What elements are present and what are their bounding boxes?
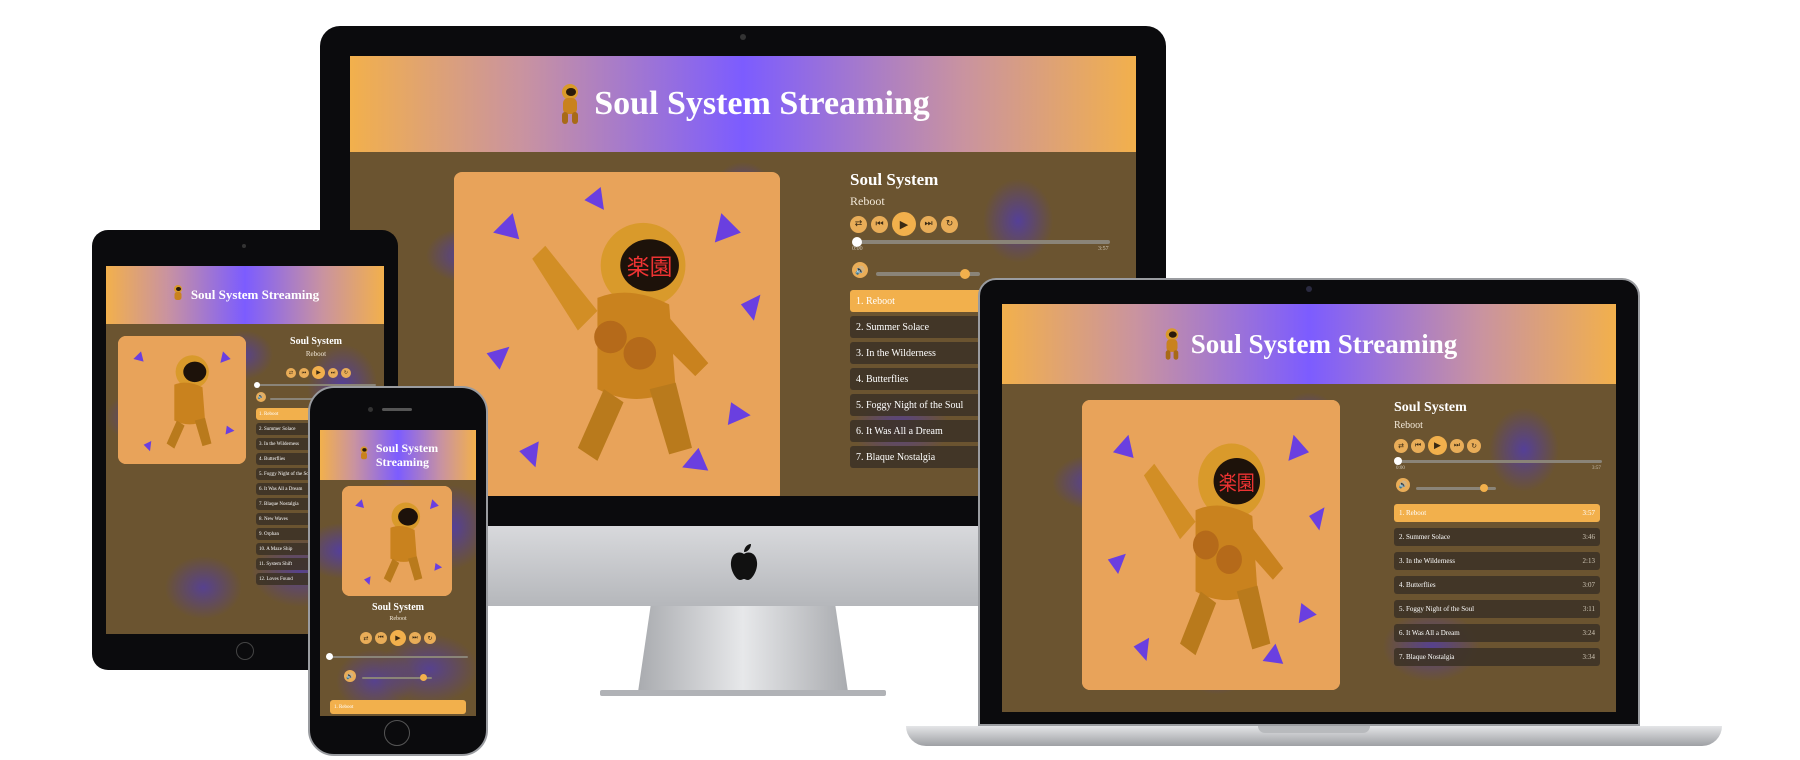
astronaut-artwork: 楽園 xyxy=(454,174,780,496)
track-item[interactable]: 7. Blaque Nostalgia 3:34 xyxy=(1394,648,1600,666)
phone-speaker xyxy=(382,408,412,411)
track-name: Reboot xyxy=(389,616,407,622)
volume-button[interactable]: 🔊 xyxy=(344,670,356,682)
phone-home-button[interactable] xyxy=(384,720,410,746)
artist-name: Soul System xyxy=(290,336,342,347)
laptop-device: Soul System Streaming 楽園 Soul System Reb… xyxy=(906,278,1722,748)
volume-button[interactable]: 🔊 xyxy=(256,392,266,402)
app-title-line1: Soul System xyxy=(375,441,439,455)
monitor-base xyxy=(600,690,886,696)
artist-name: Soul System xyxy=(372,602,424,613)
album-art: 楽園 xyxy=(454,172,780,496)
volume-slider[interactable] xyxy=(362,674,432,681)
progress-bar[interactable] xyxy=(852,237,1110,247)
volume-button[interactable]: 🔊 xyxy=(852,262,868,278)
volume-slider[interactable] xyxy=(1416,484,1496,492)
playback-controls: ⇄ ⏮ ▶ ⏭ ↻ xyxy=(850,212,958,236)
album-art xyxy=(342,486,452,596)
monitor-camera xyxy=(740,34,746,40)
shuffle-button[interactable]: ⇄ xyxy=(360,632,372,644)
tablet-camera xyxy=(242,244,246,248)
playback-controls: ⇄ ⏮ ▶ ⏭ ↻ xyxy=(1394,436,1481,455)
volume-thumb[interactable] xyxy=(420,674,427,681)
previous-button[interactable]: ⏮ xyxy=(375,632,387,644)
volume-slider[interactable] xyxy=(876,269,980,279)
laptop-notch xyxy=(1258,726,1370,733)
laptop-screen: Soul System Streaming 楽園 Soul System Reb… xyxy=(1002,304,1616,712)
astronaut-icon xyxy=(1161,326,1183,362)
app-header: Soul System Streaming xyxy=(350,56,1136,152)
apple-icon xyxy=(726,542,762,582)
app-header: Soul System Streaming xyxy=(1002,304,1616,384)
track-item[interactable]: 6. It Was All a Dream 3:24 xyxy=(1394,624,1600,642)
album-art: 楽園 xyxy=(1082,400,1340,690)
player-background: 楽園 Soul System Reboot ⇄ ⏮ ▶ ⏭ ↻ 0:00 3:5… xyxy=(1002,384,1616,712)
previous-button[interactable]: ⏮ xyxy=(871,215,888,233)
track-item[interactable]: 5. Foggy Night of the Soul 3:11 xyxy=(1394,600,1600,618)
next-button[interactable]: ⏭ xyxy=(920,215,937,233)
astronaut-icon xyxy=(556,82,584,126)
progress-thumb[interactable] xyxy=(254,382,260,388)
playback-controls: ⇄ ⏮ ▶ ⏭ ↻ xyxy=(286,366,351,379)
progress-bar[interactable] xyxy=(1394,457,1602,465)
svg-text:楽園: 楽園 xyxy=(1219,471,1255,495)
app-title: Soul System Streaming xyxy=(190,287,320,302)
track-name: Reboot xyxy=(305,350,327,358)
app-title: Soul System Streaming xyxy=(594,85,930,122)
phone-camera xyxy=(368,407,373,412)
progress-thumb[interactable] xyxy=(326,653,333,660)
player-background: Soul System Reboot ⇄ ⏮ ▶ ⏭ ↻ 🔊 1. Reboot xyxy=(320,480,476,716)
repeat-button[interactable]: ↻ xyxy=(424,632,436,644)
svg-text:楽園: 楽園 xyxy=(627,255,673,281)
play-button[interactable]: ▶ xyxy=(892,212,916,236)
elapsed-time: 0:00 xyxy=(852,246,863,252)
play-button[interactable]: ▶ xyxy=(1428,436,1447,455)
laptop-camera xyxy=(1306,286,1312,292)
repeat-button[interactable]: ↻ xyxy=(1467,438,1481,453)
track-item[interactable]: 1. Reboot xyxy=(330,700,466,714)
duration-time: 3:57 xyxy=(1592,466,1601,471)
app-header: Soul System Streaming xyxy=(106,266,384,324)
playback-controls: ⇄ ⏮ ▶ ⏭ ↻ xyxy=(360,630,436,646)
shuffle-button[interactable]: ⇄ xyxy=(1394,438,1408,453)
track-item[interactable]: 2. Summer Solace 3:46 xyxy=(1394,528,1600,546)
track-name: Reboot xyxy=(1394,420,1423,431)
track-item[interactable]: 3. In the Wilderness 2:13 xyxy=(1394,552,1600,570)
repeat-button[interactable]: ↻ xyxy=(341,367,351,378)
app-title-line2: Streaming xyxy=(375,455,429,469)
app-title: Soul System Streaming xyxy=(1190,328,1458,359)
repeat-button[interactable]: ↻ xyxy=(941,215,958,233)
elapsed-time: 0:00 xyxy=(1396,466,1405,471)
track-item[interactable]: 4. Butterflies 3:07 xyxy=(1394,576,1600,594)
progress-bar[interactable] xyxy=(326,653,468,660)
album-art xyxy=(118,336,246,464)
tablet-home-button[interactable] xyxy=(236,642,254,660)
duration-time: 3:57 xyxy=(1098,246,1109,252)
track-list: 1. Reboot 3:57 2. Summer Solace 3:46 3. In… xyxy=(1394,504,1600,666)
progress-thumb[interactable] xyxy=(1394,457,1402,465)
previous-button[interactable]: ⏮ xyxy=(1411,438,1425,453)
astronaut-icon xyxy=(171,284,185,306)
play-button[interactable]: ▶ xyxy=(390,630,406,646)
track-name: Reboot xyxy=(850,194,885,208)
next-button[interactable]: ⏭ xyxy=(1450,438,1464,453)
artist-name: Soul System xyxy=(850,170,939,189)
shuffle-button[interactable]: ⇄ xyxy=(850,215,867,233)
phone-device: Soul System Streaming Soul System Reboot… xyxy=(308,386,488,756)
play-button[interactable]: ▶ xyxy=(312,366,325,379)
app-header: Soul System Streaming xyxy=(320,430,476,480)
astronaut-icon xyxy=(358,445,370,465)
shuffle-button[interactable]: ⇄ xyxy=(286,367,296,378)
next-button[interactable]: ⏭ xyxy=(328,367,338,378)
previous-button[interactable]: ⏮ xyxy=(299,367,309,378)
artist-name: Soul System xyxy=(1394,400,1467,415)
monitor-stand xyxy=(638,606,848,692)
volume-button[interactable]: 🔊 xyxy=(1396,478,1410,492)
volume-thumb[interactable] xyxy=(1480,484,1488,492)
phone-screen: Soul System Streaming Soul System Reboot… xyxy=(320,430,476,716)
track-item[interactable]: 1. Reboot 3:57 xyxy=(1394,504,1600,522)
next-button[interactable]: ⏭ xyxy=(409,632,421,644)
